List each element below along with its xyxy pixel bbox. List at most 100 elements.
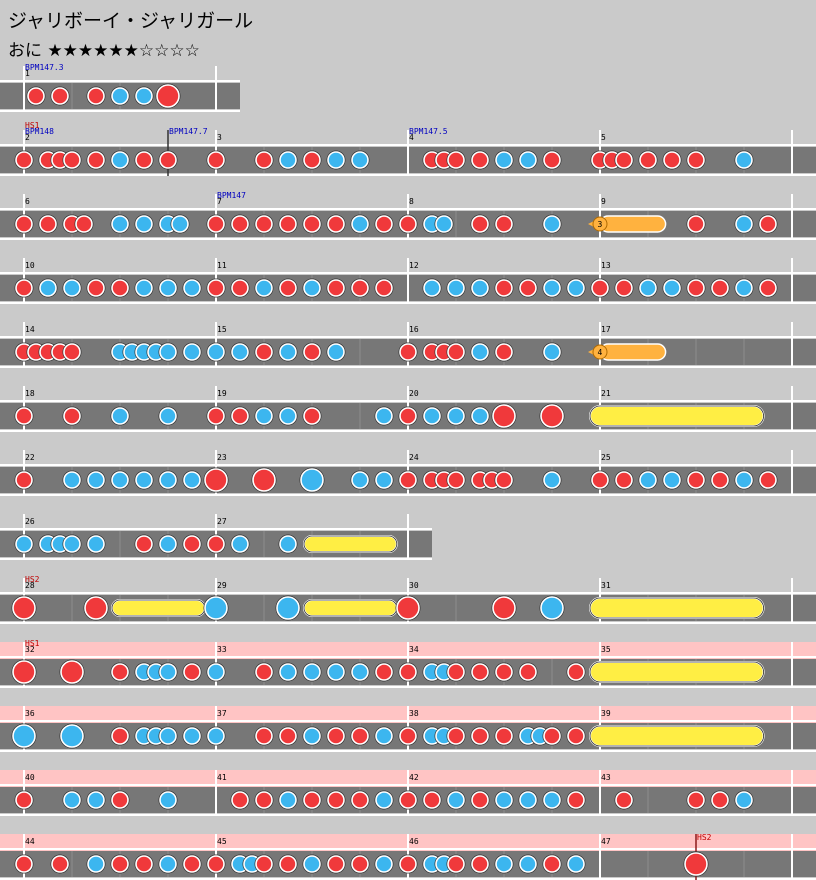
don-note bbox=[15, 151, 33, 169]
don-note bbox=[495, 471, 513, 489]
don-note bbox=[423, 791, 441, 809]
measure-number: 23 bbox=[217, 453, 227, 462]
ka-note bbox=[111, 471, 129, 489]
ka-note bbox=[255, 279, 273, 297]
ka-note bbox=[279, 663, 297, 681]
don-note bbox=[759, 279, 777, 297]
don-note bbox=[255, 663, 273, 681]
measure-number: 39 bbox=[601, 709, 611, 718]
ka-note bbox=[327, 663, 345, 681]
ka-note bbox=[303, 727, 321, 745]
drumroll bbox=[303, 535, 398, 553]
ka-note bbox=[351, 215, 369, 233]
measure-number: 41 bbox=[217, 773, 227, 782]
don-note bbox=[447, 151, 465, 169]
ka-note bbox=[543, 471, 561, 489]
measure-number: 38 bbox=[409, 709, 419, 718]
don-note bbox=[279, 855, 297, 873]
ka-note bbox=[351, 471, 369, 489]
chart-row: 36 37 38 39 bbox=[0, 706, 816, 752]
don-note bbox=[27, 87, 45, 105]
don-note bbox=[327, 791, 345, 809]
ka-note bbox=[447, 279, 465, 297]
don-note bbox=[759, 471, 777, 489]
big-don-note bbox=[396, 596, 420, 620]
bpm-label: BPM147 bbox=[217, 191, 246, 200]
measure-number: 19 bbox=[217, 389, 227, 398]
measure-number: 25 bbox=[601, 453, 611, 462]
don-note bbox=[495, 215, 513, 233]
measure-number: 42 bbox=[409, 773, 419, 782]
ka-note bbox=[63, 279, 81, 297]
don-note bbox=[351, 791, 369, 809]
don-note bbox=[183, 535, 201, 553]
don-note bbox=[567, 727, 585, 745]
don-note bbox=[231, 791, 249, 809]
ka-note bbox=[279, 407, 297, 425]
measure-number: 12 bbox=[409, 261, 419, 270]
ka-note bbox=[279, 151, 297, 169]
measure-number: 46 bbox=[409, 837, 419, 846]
don-note bbox=[303, 343, 321, 361]
don-note bbox=[63, 343, 81, 361]
hs-label: HS2 bbox=[697, 833, 712, 842]
don-note bbox=[279, 279, 297, 297]
big-ka-note bbox=[60, 724, 84, 748]
don-note bbox=[711, 791, 729, 809]
measure-number: 29 bbox=[217, 581, 227, 590]
ka-note bbox=[255, 407, 273, 425]
don-note bbox=[471, 215, 489, 233]
ka-note bbox=[183, 471, 201, 489]
don-note bbox=[159, 151, 177, 169]
ka-note bbox=[39, 279, 57, 297]
ka-note bbox=[171, 215, 189, 233]
ka-note bbox=[159, 663, 177, 681]
chart-row: 44 45 46 47 HS2 bbox=[0, 833, 816, 880]
don-note bbox=[759, 215, 777, 233]
measure-number: 13 bbox=[601, 261, 611, 270]
ka-note bbox=[159, 407, 177, 425]
don-note bbox=[51, 855, 69, 873]
don-note bbox=[447, 663, 465, 681]
measure-number: 16 bbox=[409, 325, 419, 334]
don-note bbox=[639, 151, 657, 169]
measure-number: 17 bbox=[601, 325, 611, 334]
don-note bbox=[327, 215, 345, 233]
measure-number: 33 bbox=[217, 645, 227, 654]
measure-number: 43 bbox=[601, 773, 611, 782]
don-note bbox=[567, 663, 585, 681]
big-don-note bbox=[60, 660, 84, 684]
ka-note bbox=[111, 151, 129, 169]
don-note bbox=[447, 471, 465, 489]
big-don-note bbox=[684, 852, 708, 876]
ka-note bbox=[87, 471, 105, 489]
big-ka-note bbox=[540, 596, 564, 620]
ka-note bbox=[519, 151, 537, 169]
don-note bbox=[255, 855, 273, 873]
hs-label: HS1 bbox=[25, 121, 40, 130]
don-note bbox=[207, 535, 225, 553]
measure-number: 27 bbox=[217, 517, 227, 526]
measure-number: 31 bbox=[601, 581, 611, 590]
measure-number: 40 bbox=[25, 773, 35, 782]
ka-note bbox=[15, 535, 33, 553]
don-note bbox=[399, 471, 417, 489]
big-don-note bbox=[156, 84, 180, 108]
big-ka-note bbox=[204, 596, 228, 620]
don-note bbox=[663, 151, 681, 169]
don-note bbox=[471, 151, 489, 169]
ka-note bbox=[303, 855, 321, 873]
ka-note bbox=[159, 471, 177, 489]
don-note bbox=[399, 215, 417, 233]
measure-number: 26 bbox=[25, 517, 35, 526]
ka-note bbox=[519, 791, 537, 809]
ka-note bbox=[159, 791, 177, 809]
measure-number: 5 bbox=[601, 133, 606, 142]
measure-number: 11 bbox=[217, 261, 227, 270]
don-note bbox=[351, 727, 369, 745]
don-note bbox=[231, 215, 249, 233]
ka-note bbox=[471, 407, 489, 425]
don-note bbox=[447, 343, 465, 361]
don-note bbox=[303, 407, 321, 425]
ka-note bbox=[231, 343, 249, 361]
